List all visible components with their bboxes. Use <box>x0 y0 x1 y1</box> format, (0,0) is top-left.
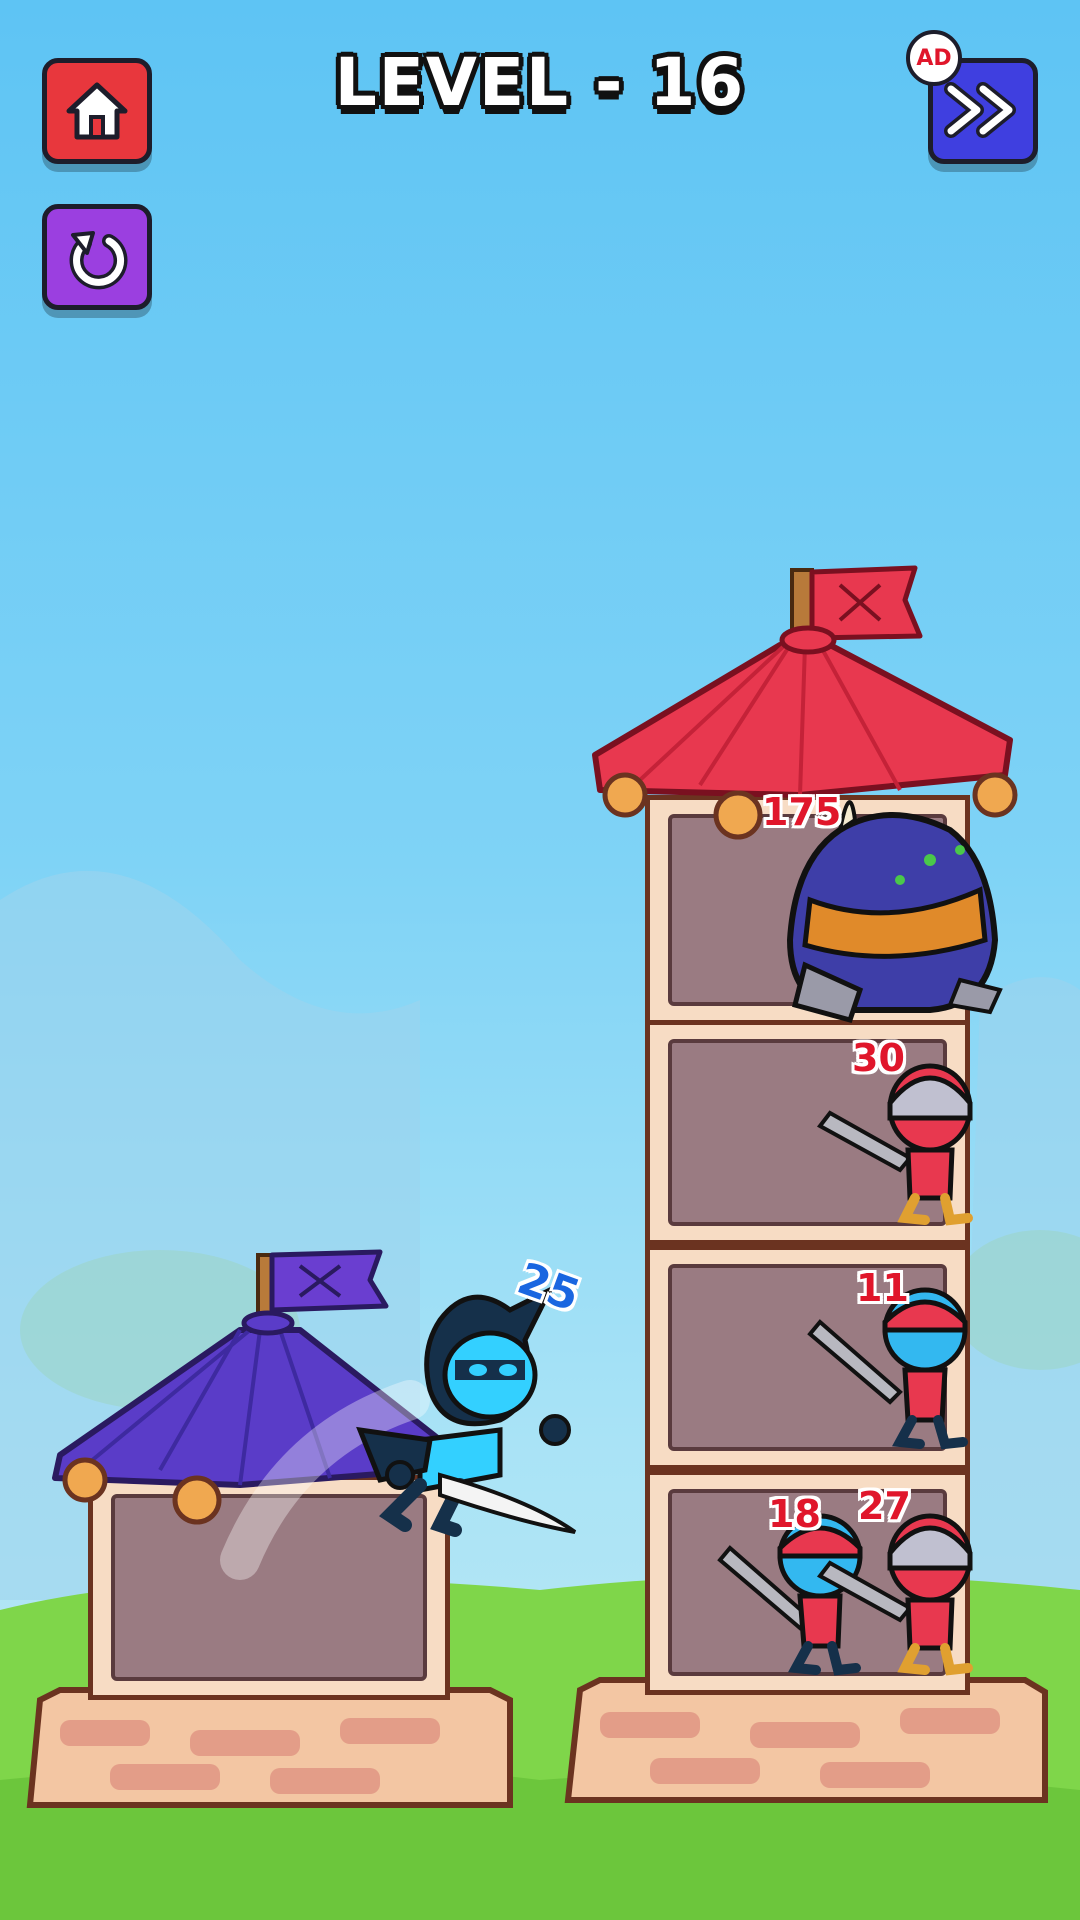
enemy-power-swordsman-11: 11 <box>856 1266 909 1310</box>
helmet-knight-floor-2[interactable] <box>816 1058 980 1228</box>
enemy-power-ogre: 175 <box>762 790 842 834</box>
enemy-power-swordsman-18: 18 <box>768 1492 821 1536</box>
enemy-power-knight-27: 27 <box>858 1484 911 1528</box>
enemy-power-knight-30: 30 <box>852 1036 905 1080</box>
helmet-knight-floor-4[interactable] <box>816 1508 980 1678</box>
